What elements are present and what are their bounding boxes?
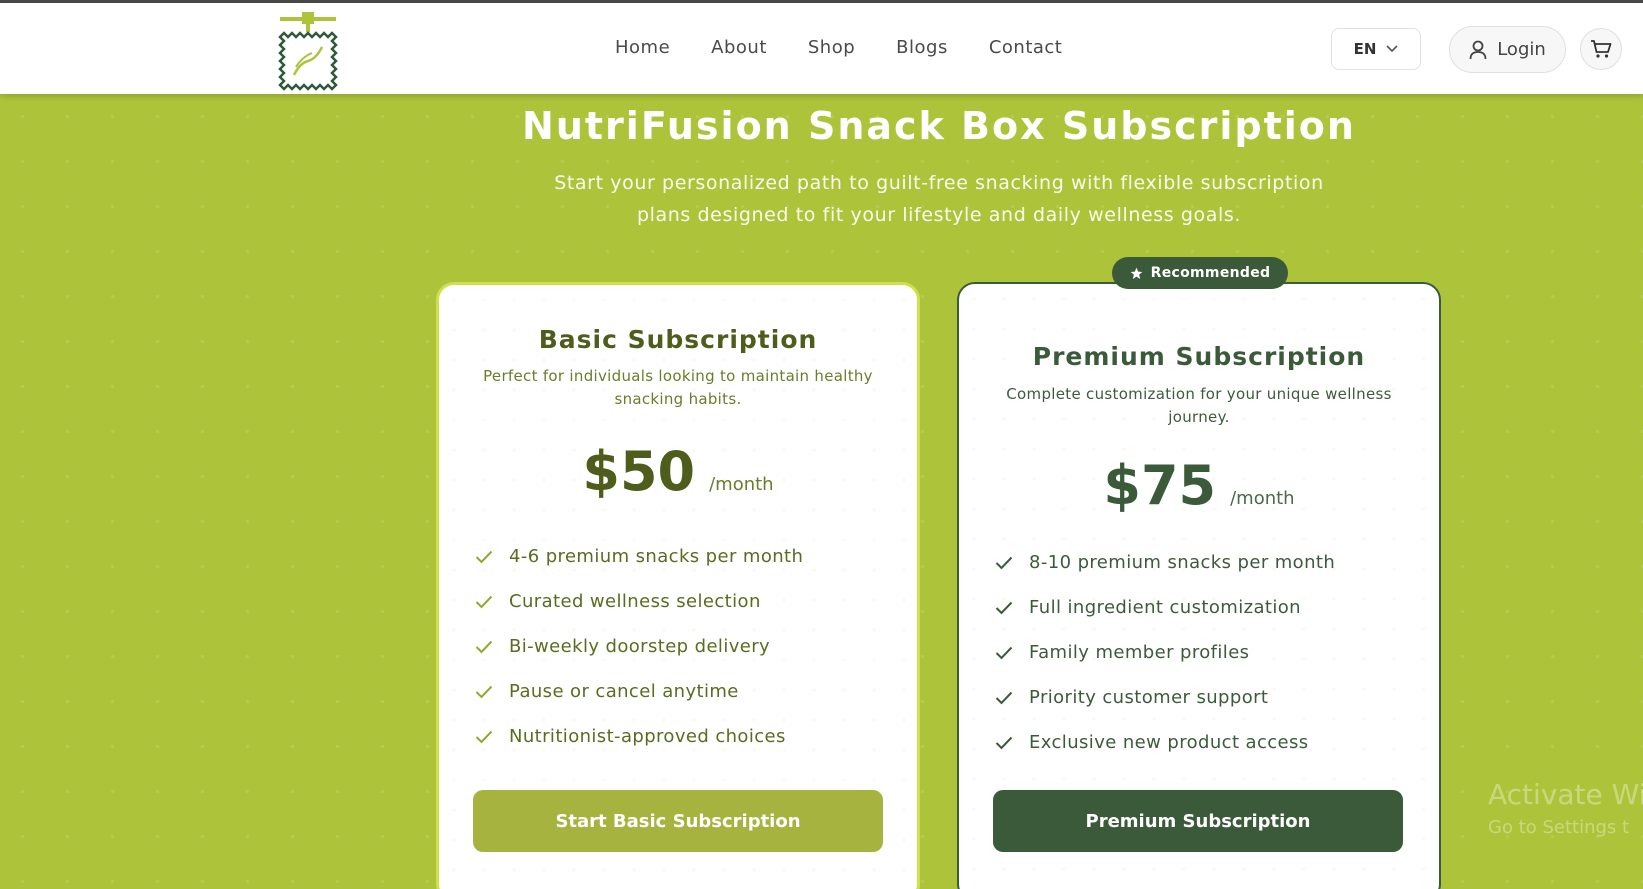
feature-item: 8-10 premium snacks per month: [995, 540, 1335, 585]
main-nav: Home About Shop Blogs Contact: [615, 37, 1062, 58]
check-icon: [995, 646, 1013, 659]
feature-item: 4-6 premium snacks per month: [475, 534, 803, 579]
check-icon: [995, 556, 1013, 569]
feature-text: 8-10 premium snacks per month: [1029, 552, 1336, 573]
plan-description: Perfect for individuals looking to maint…: [483, 367, 873, 408]
feature-list: 4-6 premium snacks per month Curated wel…: [475, 534, 803, 759]
check-icon: [475, 730, 493, 743]
watermark-line-2: Go to Settings t: [1488, 817, 1630, 838]
feature-item: Nutritionist-approved choices: [475, 714, 803, 759]
badge-label: Recommended: [1150, 265, 1271, 281]
language-label: EN: [1353, 40, 1377, 58]
feature-text: Family member profiles: [1029, 642, 1250, 663]
feature-list: 8-10 premium snacks per month Full ingre…: [995, 540, 1335, 765]
price-period: /month: [709, 474, 774, 495]
feature-text: Curated wellness selection: [509, 591, 761, 612]
check-icon: [475, 550, 493, 563]
nav-contact[interactable]: Contact: [989, 37, 1063, 58]
feature-text: Pause or cancel anytime: [509, 681, 739, 702]
feature-item: Full ingredient customization: [995, 585, 1335, 630]
check-icon: [475, 595, 493, 608]
feature-item: Family member profiles: [995, 630, 1335, 675]
nav-blogs[interactable]: Blogs: [896, 37, 948, 58]
page-title: NutriFusion Snack Box Subscription: [522, 104, 1356, 148]
plan-price: $75 /month: [959, 454, 1439, 517]
cart-icon: [1591, 40, 1612, 58]
site-header: Home About Shop Blogs Contact EN Login: [0, 3, 1643, 94]
feature-text: Priority customer support: [1029, 687, 1269, 708]
feature-text: Nutritionist-approved choices: [509, 726, 786, 747]
nav-home[interactable]: Home: [615, 37, 670, 58]
feature-text: Full ingredient customization: [1029, 597, 1301, 618]
check-icon: [995, 691, 1013, 704]
feature-item: Bi-weekly doorstep delivery: [475, 624, 803, 669]
basic-plan-card: Basic Subscription Perfect for individua…: [436, 282, 920, 889]
snack-bag-logo-icon[interactable]: [272, 9, 344, 91]
price-amount: $75: [1103, 454, 1217, 517]
nav-shop[interactable]: Shop: [808, 37, 855, 58]
recommended-badge: Recommended: [1112, 257, 1288, 289]
check-icon: [475, 685, 493, 698]
check-icon: [995, 601, 1013, 614]
page-subtitle: Start your personalized path to guilt-fr…: [554, 172, 1324, 226]
feature-item: Exclusive new product access: [995, 720, 1335, 765]
cart-button[interactable]: [1580, 28, 1622, 70]
price-amount: $50: [582, 440, 696, 503]
watermark-line-1: Activate Wi: [1488, 778, 1643, 811]
check-icon: [995, 736, 1013, 749]
price-period: /month: [1230, 488, 1295, 509]
language-selector[interactable]: EN: [1331, 28, 1421, 70]
check-icon: [475, 640, 493, 653]
user-icon: [1469, 40, 1487, 59]
activation-watermark: Activate Wi Go to Settings t: [1488, 778, 1643, 838]
feature-item: Pause or cancel anytime: [475, 669, 803, 714]
plan-price: $50 /month: [439, 440, 917, 503]
star-icon: [1130, 267, 1143, 279]
plan-description: Complete customization for your unique w…: [1006, 385, 1392, 426]
start-basic-subscription-button[interactable]: Start Basic Subscription: [473, 790, 883, 852]
feature-text: 4-6 premium snacks per month: [509, 546, 804, 567]
nav-about[interactable]: About: [711, 37, 767, 58]
feature-item: Curated wellness selection: [475, 579, 803, 624]
feature-item: Priority customer support: [995, 675, 1335, 720]
login-button[interactable]: Login: [1449, 26, 1566, 73]
premium-subscription-button[interactable]: Premium Subscription: [993, 790, 1403, 852]
plan-title: Basic Subscription: [538, 325, 818, 354]
premium-plan-card: Premium Subscription Complete customizat…: [957, 282, 1441, 889]
plan-title: Premium Subscription: [1032, 342, 1366, 371]
feature-text: Bi-weekly doorstep delivery: [509, 636, 771, 657]
login-label: Login: [1497, 39, 1546, 60]
feature-text: Exclusive new product access: [1029, 732, 1309, 753]
chevron-down-icon: [1386, 45, 1398, 53]
